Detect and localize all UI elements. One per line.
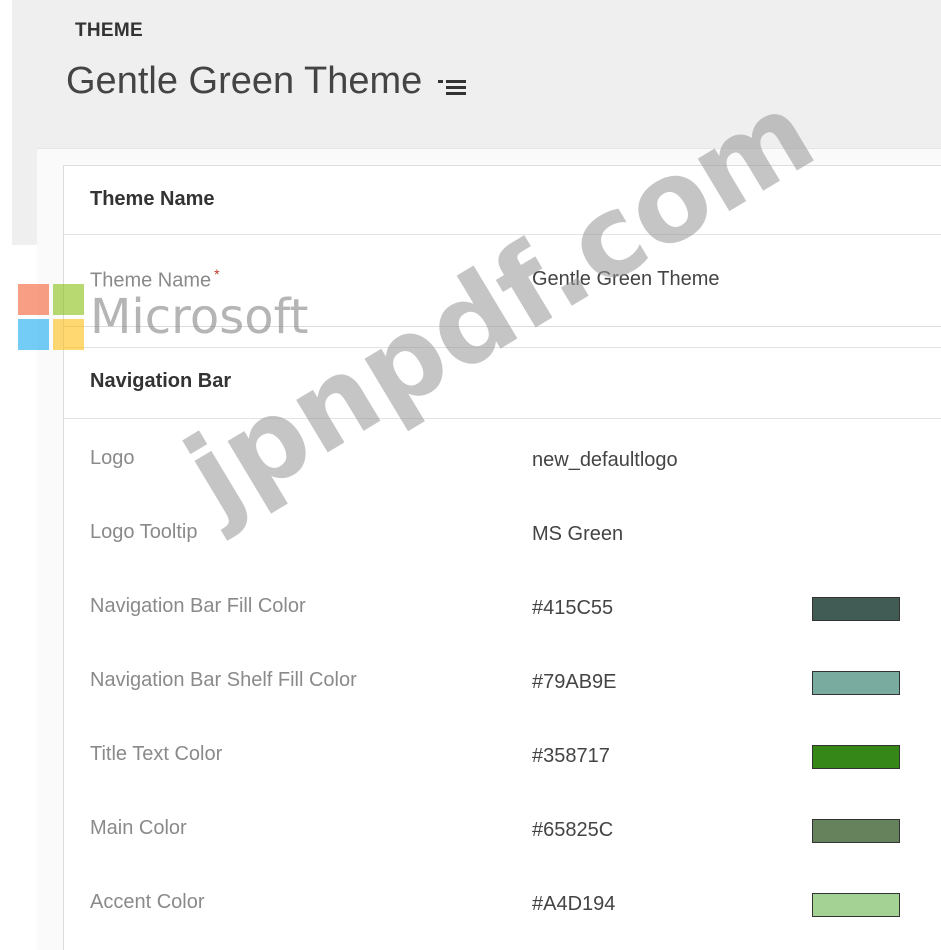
- page-title-text: Gentle Green Theme: [66, 60, 423, 102]
- field-value-title-text-color[interactable]: #358717: [532, 745, 610, 768]
- breadcrumb: THEME: [75, 20, 143, 41]
- field-value-logo[interactable]: new_defaultlogo: [532, 449, 678, 472]
- divider: [64, 326, 941, 327]
- color-swatch[interactable]: [812, 893, 900, 917]
- field-value-nav-bar-fill-color[interactable]: #415C55: [532, 597, 613, 620]
- theme-form-panel: Theme Name Theme Name * Gentle Green Them…: [63, 165, 941, 950]
- field-theme-name[interactable]: Theme Name * Gentle Green Theme: [64, 260, 941, 300]
- field-logo-tooltip[interactable]: Logo Tooltip MS Green: [64, 515, 941, 555]
- field-label-logo-tooltip: Logo Tooltip: [90, 521, 198, 543]
- list-menu-icon[interactable]: [438, 76, 468, 98]
- field-label-logo: Logo: [90, 447, 135, 469]
- section-heading-theme-name: Theme Name: [90, 188, 215, 210]
- field-nav-bar-shelf-fill-color[interactable]: Navigation Bar Shelf Fill Color #79AB9E: [64, 663, 941, 703]
- field-title-text-color[interactable]: Title Text Color #358717: [64, 737, 941, 777]
- field-value-main-color[interactable]: #65825C: [532, 819, 613, 842]
- field-label-nav-bar-shelf-fill-color: Navigation Bar Shelf Fill Color: [90, 669, 357, 691]
- field-logo[interactable]: Logo new_defaultlogo: [64, 441, 941, 481]
- color-swatch[interactable]: [812, 819, 900, 843]
- field-value-theme-name[interactable]: Gentle Green Theme: [532, 268, 720, 291]
- field-label-title-text-color: Title Text Color: [90, 743, 223, 765]
- color-swatch[interactable]: [812, 671, 900, 695]
- field-main-color[interactable]: Main Color #65825C: [64, 811, 941, 851]
- color-swatch[interactable]: [812, 745, 900, 769]
- section-theme-name: Theme Name: [64, 166, 941, 235]
- field-label-theme-name: Theme Name *: [90, 266, 220, 292]
- field-accent-color[interactable]: Accent Color #A4D194: [64, 885, 941, 925]
- field-value-accent-color[interactable]: #A4D194: [532, 893, 615, 916]
- field-label-main-color: Main Color: [90, 817, 187, 839]
- field-label-accent-color: Accent Color: [90, 891, 205, 913]
- section-navigation-bar: Navigation Bar: [64, 347, 941, 419]
- color-swatch[interactable]: [812, 597, 900, 621]
- page-title: Gentle Green Theme: [66, 60, 468, 103]
- field-value-logo-tooltip[interactable]: MS Green: [532, 523, 623, 546]
- required-marker: *: [214, 266, 220, 282]
- field-value-nav-bar-shelf-fill-color[interactable]: #79AB9E: [532, 671, 617, 694]
- field-label-nav-bar-fill-color: Navigation Bar Fill Color: [90, 595, 306, 617]
- section-heading-navigation-bar: Navigation Bar: [90, 370, 232, 392]
- field-nav-bar-fill-color[interactable]: Navigation Bar Fill Color #415C55: [64, 589, 941, 629]
